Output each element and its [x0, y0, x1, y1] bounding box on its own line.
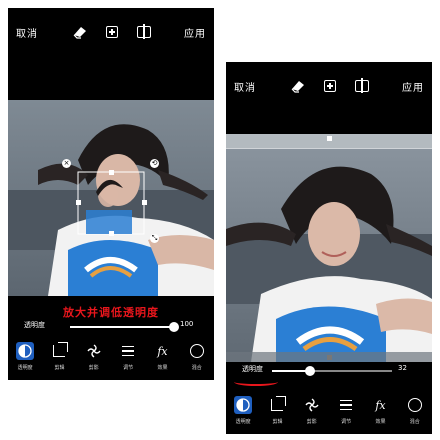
fx-icon: fx: [157, 344, 168, 358]
tool-adjust[interactable]: 调节: [113, 342, 143, 371]
opacity-value: 32: [398, 364, 407, 372]
opacity-slider-row: 透明度 100: [8, 318, 214, 334]
tool-label: 调节: [123, 365, 134, 371]
tool-label: 混合: [191, 365, 202, 371]
tool-label: 剪影: [88, 365, 99, 371]
opacity-slider-row: 透明度 32: [226, 362, 432, 386]
fx-icon: fx: [375, 398, 386, 412]
adjust-icon: [119, 342, 137, 360]
tool-label: 剪辑: [54, 365, 65, 371]
tool-label: 剪辑: [272, 419, 283, 425]
tool-shape[interactable]: 剪影: [79, 342, 109, 371]
blend-icon: [406, 396, 424, 414]
opacity-icon: [234, 396, 253, 414]
eraser-icon[interactable]: [288, 76, 308, 96]
slider-thumb[interactable]: [169, 322, 179, 332]
slider-thumb[interactable]: [305, 366, 316, 376]
top-bar: 取消 应用: [8, 8, 214, 56]
shape-icon: [85, 342, 103, 360]
editor-screen-right: 取消 应用 透明度 32 透明度 剪辑 剪影 调节 fx 效果 混合: [226, 62, 432, 434]
tool-label: 透明度: [235, 419, 251, 425]
add-layer-icon[interactable]: [320, 76, 340, 96]
crop-icon: [50, 342, 69, 360]
resize-handle[interactable]: [76, 200, 81, 205]
crop-icon: [268, 396, 287, 414]
tool-blend[interactable]: 混合: [400, 396, 430, 425]
adjust-icon: [337, 396, 355, 414]
photo-canvas[interactable]: [226, 134, 432, 362]
tool-crop[interactable]: 剪辑: [262, 396, 292, 425]
top-bar: 取消 应用: [226, 62, 432, 110]
shape-icon: [303, 396, 321, 414]
tool-crop[interactable]: 剪辑: [44, 342, 74, 371]
scale-rotate-icon[interactable]: ⤡: [150, 234, 159, 243]
tool-label: 效果: [375, 419, 386, 425]
tool-adjust[interactable]: 调节: [331, 396, 361, 425]
blend-icon: [188, 342, 206, 360]
resize-handle[interactable]: [142, 200, 147, 205]
cancel-button[interactable]: 取消: [16, 25, 38, 40]
add-layer-icon[interactable]: [102, 22, 122, 42]
opacity-icon: [16, 342, 35, 360]
opacity-label: 透明度: [242, 365, 263, 373]
editor-screen-left: 取消 应用 × ⟲ ⤡ 放大并调低透明度 透明度 100 透明度 剪辑 剪影 调…: [8, 8, 214, 380]
tool-effects[interactable]: fx 效果: [147, 342, 177, 372]
opacity-slider[interactable]: [272, 366, 392, 376]
tool-blend[interactable]: 混合: [182, 342, 212, 371]
tool-label: 剪影: [306, 419, 317, 425]
delete-layer-icon[interactable]: ×: [62, 159, 71, 168]
tool-label: 调节: [341, 419, 352, 425]
bottom-toolbar: 透明度 剪辑 剪影 调节 fx 效果 混合: [8, 338, 214, 380]
compare-icon[interactable]: [352, 76, 372, 96]
resize-handle[interactable]: [327, 355, 332, 360]
tool-label: 效果: [157, 365, 168, 371]
tool-opacity[interactable]: 透明度: [228, 396, 258, 425]
eraser-icon[interactable]: [70, 22, 90, 42]
resize-handle[interactable]: [109, 170, 114, 175]
resize-handle[interactable]: [109, 231, 114, 236]
tool-opacity[interactable]: 透明度: [10, 342, 40, 371]
tool-effects[interactable]: fx 效果: [365, 396, 395, 426]
tool-shape[interactable]: 剪影: [297, 396, 327, 425]
cancel-button[interactable]: 取消: [234, 79, 256, 94]
tool-label: 混合: [409, 419, 420, 425]
tool-label: 透明度: [17, 365, 33, 371]
flip-icon[interactable]: ⟲: [150, 159, 159, 168]
opacity-value: 100: [180, 320, 194, 328]
compare-icon[interactable]: [134, 22, 154, 42]
resize-handle[interactable]: [327, 136, 332, 141]
opacity-label: 透明度: [24, 321, 45, 329]
bottom-toolbar: 透明度 剪辑 剪影 调节 fx 效果 混合: [226, 392, 432, 434]
opacity-slider[interactable]: [70, 322, 179, 332]
apply-button[interactable]: 应用: [402, 79, 424, 94]
apply-button[interactable]: 应用: [184, 25, 206, 40]
highlight-underline: [234, 378, 278, 386]
photo-canvas[interactable]: × ⟲ ⤡: [8, 100, 214, 296]
